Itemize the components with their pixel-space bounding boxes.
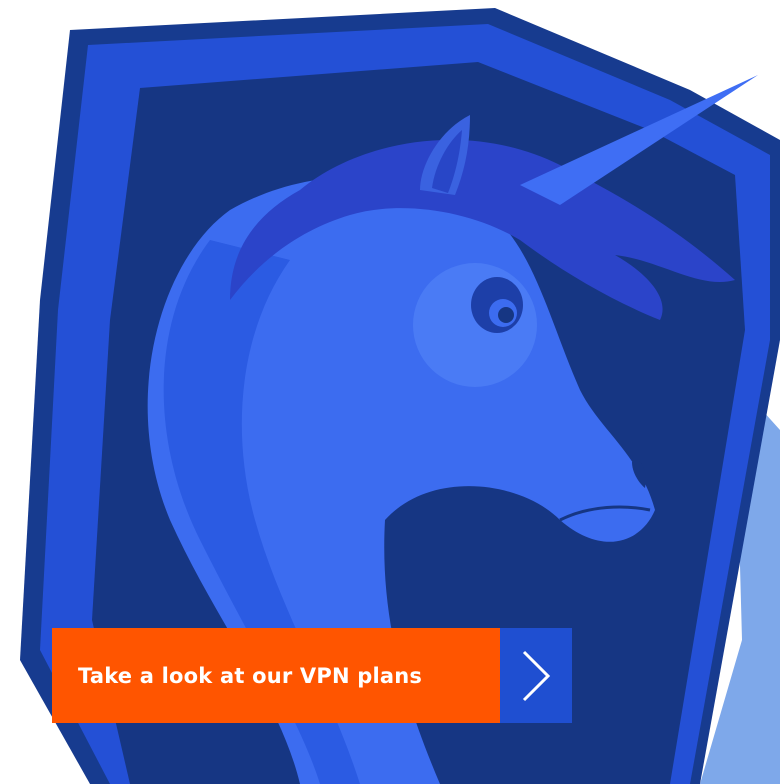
vpn-promo-banner: Take a look at our VPN plans [0, 0, 780, 784]
unicorn-cheek [413, 263, 537, 387]
cta-label: Take a look at our VPN plans [52, 628, 500, 723]
vpn-plans-cta-button[interactable]: Take a look at our VPN plans [52, 628, 572, 723]
chevron-right-icon [500, 628, 572, 723]
